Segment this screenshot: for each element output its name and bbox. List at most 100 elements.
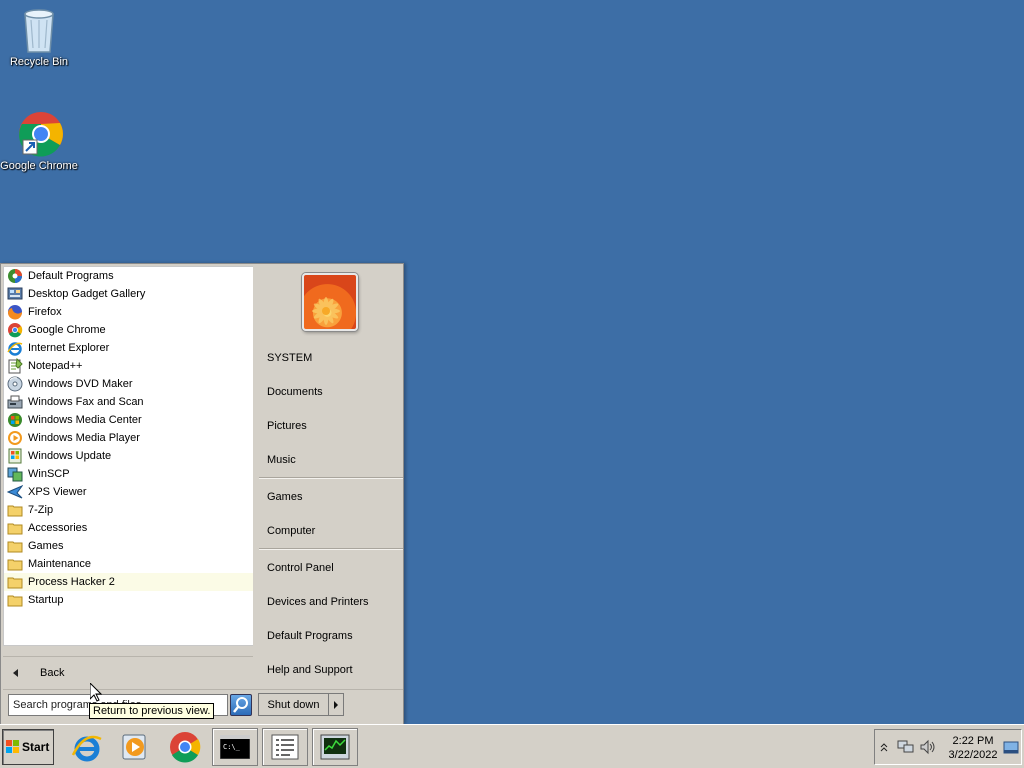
program-item-internet-explorer[interactable]: Internet Explorer bbox=[4, 339, 253, 357]
folder-icon bbox=[7, 502, 23, 518]
program-folder-accessories[interactable]: Accessories bbox=[4, 519, 253, 537]
default-programs-icon bbox=[7, 268, 23, 284]
tooltip: Return to previous view. bbox=[89, 703, 215, 719]
right-item-documents[interactable]: Documents bbox=[267, 386, 323, 398]
back-label: Back bbox=[40, 666, 65, 679]
folder-icon bbox=[7, 574, 23, 590]
program-folder-7zip[interactable]: 7-Zip bbox=[4, 501, 253, 519]
folder-icon bbox=[7, 538, 23, 554]
shutdown-button-group: Shut down bbox=[258, 693, 344, 716]
right-item-default-programs[interactable]: Default Programs bbox=[267, 630, 353, 642]
program-label: 7-Zip bbox=[28, 504, 54, 516]
program-label: Firefox bbox=[28, 306, 62, 318]
clock[interactable]: 2:22 PM 3/22/2022 bbox=[941, 734, 1005, 762]
clock-time: 2:22 PM bbox=[952, 735, 994, 747]
media-player-icon bbox=[122, 734, 146, 760]
media-center-icon bbox=[7, 412, 23, 428]
volume-icon[interactable] bbox=[919, 739, 937, 755]
taskbar-internet-explorer[interactable] bbox=[64, 728, 110, 766]
start-button[interactable]: Start bbox=[2, 729, 54, 765]
program-folder-startup[interactable]: Startup bbox=[4, 591, 253, 609]
chevron-right-icon bbox=[334, 700, 338, 709]
clock-date: 3/22/2022 bbox=[948, 749, 998, 761]
right-item-games[interactable]: Games bbox=[267, 491, 302, 503]
taskbar-task-manager[interactable] bbox=[312, 728, 358, 766]
folder-icon bbox=[7, 520, 23, 536]
taskbar-notepad[interactable] bbox=[262, 728, 308, 766]
program-label: WinSCP bbox=[28, 468, 70, 480]
folder-icon bbox=[7, 556, 23, 572]
program-item-media-player[interactable]: Windows Media Player bbox=[4, 429, 253, 447]
firefox-icon bbox=[7, 304, 23, 320]
show-desktop-icon[interactable] bbox=[1003, 741, 1019, 755]
desktop-icon-recycle-bin[interactable]: Recycle Bin bbox=[0, 6, 78, 68]
command-prompt-icon: C:\_ bbox=[220, 735, 250, 759]
right-item-music[interactable]: Music bbox=[267, 454, 296, 466]
notification-area: 2:22 PM 3/22/2022 bbox=[874, 729, 1022, 765]
flower-icon bbox=[312, 297, 340, 325]
desktop-icon-label: Recycle Bin bbox=[9, 56, 69, 68]
internet-explorer-icon bbox=[71, 735, 102, 762]
xps-viewer-icon bbox=[6, 484, 24, 500]
start-menu: Default Programs Desktop Gadget Gallery … bbox=[0, 263, 404, 724]
desktop-icon-label: Google Chrome bbox=[0, 160, 78, 172]
search-button[interactable] bbox=[230, 694, 252, 716]
network-icon[interactable] bbox=[897, 739, 915, 755]
desktop-icon-google-chrome[interactable]: Google Chrome bbox=[0, 110, 78, 172]
program-item-fax-scan[interactable]: Windows Fax and Scan bbox=[4, 393, 253, 411]
shutdown-options-button[interactable] bbox=[329, 694, 343, 715]
program-label: Notepad++ bbox=[28, 360, 83, 372]
notepad-icon bbox=[271, 734, 299, 760]
back-button[interactable]: Back bbox=[3, 656, 253, 688]
show-hidden-icons-icon[interactable] bbox=[880, 742, 888, 752]
program-folder-maintenance[interactable]: Maintenance bbox=[4, 555, 253, 573]
program-label: Windows Fax and Scan bbox=[28, 396, 144, 408]
program-label: Default Programs bbox=[28, 270, 114, 282]
back-arrow-icon bbox=[13, 668, 18, 677]
program-item-media-center[interactable]: Windows Media Center bbox=[4, 411, 253, 429]
right-item-devices-printers[interactable]: Devices and Printers bbox=[267, 596, 369, 608]
windows-update-icon bbox=[7, 448, 23, 464]
program-label: Games bbox=[28, 540, 64, 552]
task-manager-icon bbox=[320, 734, 350, 760]
chrome-icon bbox=[7, 322, 23, 338]
program-label: Windows DVD Maker bbox=[28, 378, 133, 390]
program-label: Maintenance bbox=[28, 558, 91, 570]
shutdown-button[interactable]: Shut down bbox=[259, 694, 329, 715]
internet-explorer-icon bbox=[7, 340, 23, 356]
program-item-winscp[interactable]: WinSCP bbox=[4, 465, 253, 483]
taskbar: Start C:\_ 2:22 PM 3/22/2022 bbox=[0, 724, 1024, 768]
media-player-icon bbox=[7, 430, 23, 446]
program-label: Windows Media Center bbox=[28, 414, 142, 426]
program-item-windows-update[interactable]: Windows Update bbox=[4, 447, 253, 465]
right-item-computer[interactable]: Computer bbox=[267, 525, 315, 537]
taskbar-chrome[interactable] bbox=[162, 728, 208, 766]
program-item-firefox[interactable]: Firefox bbox=[4, 303, 253, 321]
program-folder-process-hacker-2[interactable]: Process Hacker 2 bbox=[4, 573, 253, 591]
recycle-bin-icon bbox=[15, 6, 63, 54]
right-item-pictures[interactable]: Pictures bbox=[267, 420, 307, 432]
program-item-notepad-plus-plus[interactable]: Notepad++ bbox=[4, 357, 253, 375]
chrome-icon bbox=[15, 110, 63, 158]
program-label: Process Hacker 2 bbox=[28, 576, 115, 588]
program-label: Internet Explorer bbox=[28, 342, 110, 354]
program-folder-games[interactable]: Games bbox=[4, 537, 253, 555]
program-label: Windows Media Player bbox=[28, 432, 140, 444]
right-item-help-support[interactable]: Help and Support bbox=[267, 664, 353, 676]
program-item-dvd-maker[interactable]: Windows DVD Maker bbox=[4, 375, 253, 393]
program-item-google-chrome[interactable]: Google Chrome bbox=[4, 321, 253, 339]
user-picture[interactable] bbox=[302, 273, 358, 331]
taskbar-media-player[interactable] bbox=[112, 728, 158, 766]
program-item-xps-viewer[interactable]: XPS Viewer bbox=[4, 483, 253, 501]
start-menu-right-pane: SYSTEM Documents Pictures Music Games Co… bbox=[255, 264, 403, 687]
search-icon bbox=[233, 697, 248, 713]
taskbar-command-prompt[interactable]: C:\_ bbox=[212, 728, 258, 766]
program-item-gadget-gallery[interactable]: Desktop Gadget Gallery bbox=[4, 285, 253, 303]
program-item-default-programs[interactable]: Default Programs bbox=[4, 267, 253, 285]
program-label: Google Chrome bbox=[28, 324, 106, 336]
right-item-control-panel[interactable]: Control Panel bbox=[267, 562, 334, 574]
winscp-icon bbox=[7, 466, 23, 482]
right-item-user[interactable]: SYSTEM bbox=[267, 352, 312, 364]
program-label: Accessories bbox=[28, 522, 88, 534]
program-label: XPS Viewer bbox=[28, 486, 87, 498]
